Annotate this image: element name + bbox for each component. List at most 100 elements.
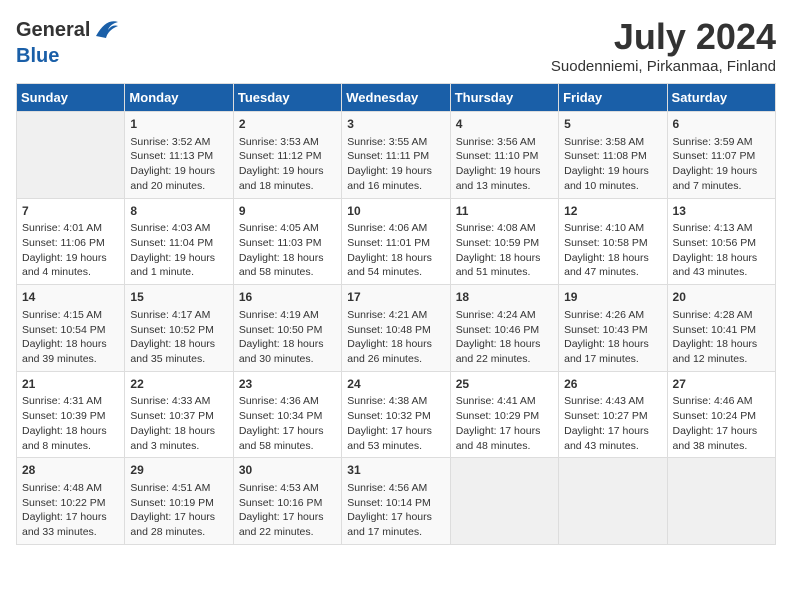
day-number: 28 [22,462,119,479]
calendar-cell: 2Sunrise: 3:53 AMSunset: 11:12 PMDayligh… [233,112,341,199]
calendar-cell: 31Sunrise: 4:56 AMSunset: 10:14 PMDaylig… [342,458,450,545]
day-number: 26 [564,376,661,393]
day-info-line: Daylight: 18 hours [564,251,661,266]
day-info-line: Daylight: 18 hours [130,337,227,352]
day-info-line: Sunrise: 4:31 AM [22,394,119,409]
day-info-line: Daylight: 18 hours [456,337,553,352]
day-info-line: Sunrise: 4:28 AM [673,308,770,323]
day-number: 2 [239,116,336,133]
day-info-line: Daylight: 18 hours [347,337,444,352]
day-info-line: Daylight: 19 hours [239,164,336,179]
day-info-line: Sunrise: 4:10 AM [564,221,661,236]
day-info-line: and 22 minutes. [239,525,336,540]
day-info-line: Sunrise: 3:59 AM [673,135,770,150]
day-number: 1 [130,116,227,133]
day-info-line: Sunset: 10:43 PM [564,323,661,338]
day-info-line: Sunset: 10:58 PM [564,236,661,251]
day-info-line: Daylight: 19 hours [564,164,661,179]
day-number: 7 [22,203,119,220]
day-number: 22 [130,376,227,393]
day-info-line: Sunset: 10:46 PM [456,323,553,338]
day-info-line: Sunrise: 3:52 AM [130,135,227,150]
day-number: 6 [673,116,770,133]
calendar-cell: 5Sunrise: 3:58 AMSunset: 11:08 PMDayligh… [559,112,667,199]
day-info-line: Sunrise: 3:58 AM [564,135,661,150]
calendar-cell [450,458,558,545]
day-info-line: Sunrise: 4:46 AM [673,394,770,409]
day-info-line: Sunset: 11:11 PM [347,149,444,164]
calendar-cell: 25Sunrise: 4:41 AMSunset: 10:29 PMDaylig… [450,371,558,458]
weekday-header-row: SundayMondayTuesdayWednesdayThursdayFrid… [17,84,776,112]
day-info-line: Daylight: 17 hours [347,424,444,439]
calendar-cell: 24Sunrise: 4:38 AMSunset: 10:32 PMDaylig… [342,371,450,458]
day-info-line: and 43 minutes. [673,265,770,280]
weekday-header-thursday: Thursday [450,84,558,112]
day-number: 17 [347,289,444,306]
day-info-line: and 28 minutes. [130,525,227,540]
day-info-line: and 35 minutes. [130,352,227,367]
day-info-line: and 12 minutes. [673,352,770,367]
day-info-line: Sunrise: 4:41 AM [456,394,553,409]
day-info-line: Daylight: 18 hours [239,251,336,266]
day-number: 12 [564,203,661,220]
day-info-line: Sunrise: 4:53 AM [239,481,336,496]
day-info-line: Sunrise: 4:19 AM [239,308,336,323]
day-info-line: Sunrise: 4:17 AM [130,308,227,323]
day-info-line: Daylight: 17 hours [239,424,336,439]
day-info-line: Sunset: 10:37 PM [130,409,227,424]
day-info-line: Sunset: 10:19 PM [130,496,227,511]
day-info-line: Sunset: 10:41 PM [673,323,770,338]
day-info-line: Sunset: 10:22 PM [22,496,119,511]
day-number: 14 [22,289,119,306]
day-info-line: and 16 minutes. [347,179,444,194]
day-info-line: Sunset: 10:34 PM [239,409,336,424]
day-info-line: Sunrise: 4:08 AM [456,221,553,236]
calendar-cell: 28Sunrise: 4:48 AMSunset: 10:22 PMDaylig… [17,458,125,545]
day-info-line: and 58 minutes. [239,439,336,454]
day-info-line: Sunset: 11:08 PM [564,149,661,164]
calendar-cell [17,112,125,199]
day-info-line: Sunrise: 3:56 AM [456,135,553,150]
day-number: 4 [456,116,553,133]
day-info-line: and 4 minutes. [22,265,119,280]
day-info-line: Sunset: 11:06 PM [22,236,119,251]
calendar-cell: 30Sunrise: 4:53 AMSunset: 10:16 PMDaylig… [233,458,341,545]
day-info-line: and 53 minutes. [347,439,444,454]
day-number: 11 [456,203,553,220]
day-info-line: Daylight: 17 hours [456,424,553,439]
day-info-line: and 26 minutes. [347,352,444,367]
day-info-line: Sunset: 10:14 PM [347,496,444,511]
day-number: 30 [239,462,336,479]
calendar-cell: 16Sunrise: 4:19 AMSunset: 10:50 PMDaylig… [233,285,341,372]
day-info-line: Sunrise: 4:15 AM [22,308,119,323]
day-info-line: Daylight: 17 hours [564,424,661,439]
day-info-line: Sunrise: 4:26 AM [564,308,661,323]
calendar-cell: 8Sunrise: 4:03 AMSunset: 11:04 PMDayligh… [125,198,233,285]
day-info-line: Daylight: 17 hours [673,424,770,439]
day-info-line: Sunset: 10:48 PM [347,323,444,338]
day-number: 3 [347,116,444,133]
day-info-line: Sunrise: 4:36 AM [239,394,336,409]
day-info-line: Daylight: 17 hours [22,510,119,525]
day-info-line: and 33 minutes. [22,525,119,540]
day-info-line: Sunset: 10:59 PM [456,236,553,251]
weekday-header-wednesday: Wednesday [342,84,450,112]
day-info-line: Sunset: 10:16 PM [239,496,336,511]
day-info-line: and 47 minutes. [564,265,661,280]
day-info-line: and 17 minutes. [564,352,661,367]
day-number: 20 [673,289,770,306]
calendar-cell: 18Sunrise: 4:24 AMSunset: 10:46 PMDaylig… [450,285,558,372]
calendar-table: SundayMondayTuesdayWednesdayThursdayFrid… [16,83,776,545]
day-info-line: Daylight: 17 hours [130,510,227,525]
day-number: 29 [130,462,227,479]
day-info-line: and 7 minutes. [673,179,770,194]
day-info-line: Daylight: 18 hours [239,337,336,352]
calendar-cell: 26Sunrise: 4:43 AMSunset: 10:27 PMDaylig… [559,371,667,458]
calendar-week-row: 7Sunrise: 4:01 AMSunset: 11:06 PMDayligh… [17,198,776,285]
day-info-line: Sunrise: 3:55 AM [347,135,444,150]
day-info-line: Sunset: 11:01 PM [347,236,444,251]
calendar-cell: 3Sunrise: 3:55 AMSunset: 11:11 PMDayligh… [342,112,450,199]
calendar-cell: 23Sunrise: 4:36 AMSunset: 10:34 PMDaylig… [233,371,341,458]
day-number: 9 [239,203,336,220]
day-info-line: and 20 minutes. [130,179,227,194]
